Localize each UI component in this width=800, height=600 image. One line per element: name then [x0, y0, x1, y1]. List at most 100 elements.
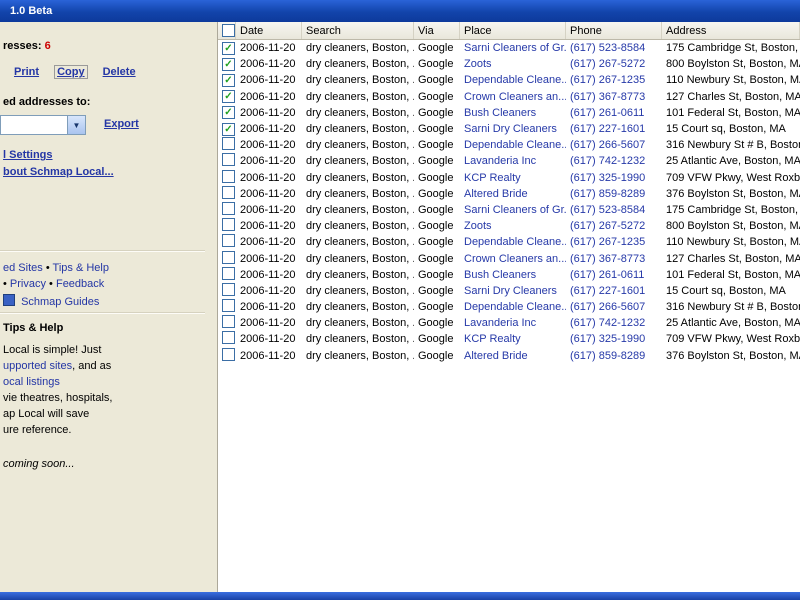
cell-place-link[interactable]: Crown Cleaners an...: [460, 91, 566, 103]
cell-place-link[interactable]: Dependable Cleane...: [460, 301, 566, 313]
cell-place-link[interactable]: Crown Cleaners an...: [460, 253, 566, 265]
cell-place-link[interactable]: Bush Cleaners: [460, 269, 566, 281]
cell-place-link[interactable]: KCP Realty: [460, 172, 566, 184]
cell-search: dry cleaners, Boston, ...: [306, 252, 414, 265]
cell-search: dry cleaners, Boston, ...: [306, 123, 414, 136]
table-row[interactable]: 2006-11-20 dry cleaners, Boston, ... Googl…: [218, 315, 800, 331]
cell-address: 376 Boylston St, Boston, MA: [666, 187, 800, 200]
row-checkbox[interactable]: [222, 201, 235, 215]
row-checkbox[interactable]: [222, 185, 235, 199]
privacy-link[interactable]: Privacy: [10, 278, 46, 290]
settings-link[interactable]: l Settings: [3, 149, 53, 161]
column-header-date[interactable]: Date: [236, 22, 302, 39]
cell-place-link[interactable]: Dependable Cleane...: [460, 139, 566, 151]
cell-phone: (617) 523-8584: [570, 42, 646, 55]
table-row[interactable]: ✓ 2006-11-20 dry cleaners, Boston, ... Goog…: [218, 89, 800, 105]
delete-link[interactable]: Delete: [103, 66, 136, 78]
table-row[interactable]: ✓ 2006-11-20 dry cleaners, Boston, ... Goog…: [218, 121, 800, 137]
select-all-checkbox[interactable]: [222, 24, 235, 37]
cell-search: dry cleaners, Boston, ...: [306, 90, 414, 103]
cell-place-link[interactable]: Sarni Dry Cleaners: [460, 285, 566, 297]
cell-place-link[interactable]: Lavanderia Inc: [460, 317, 566, 329]
table-row[interactable]: 2006-11-20 dry cleaners, Boston, ... Googl…: [218, 201, 800, 218]
cell-place-link[interactable]: Altered Bride: [460, 350, 566, 362]
cell-place-link[interactable]: Sarni Cleaners of Gr...: [460, 42, 566, 54]
column-header-phone[interactable]: Phone: [566, 22, 662, 39]
column-header-place[interactable]: Place: [460, 22, 566, 39]
table-row[interactable]: 2006-11-20 dry cleaners, Boston, ... Googl…: [218, 299, 800, 315]
help-text-line: ap Local will save: [3, 408, 90, 420]
tips-help-link[interactable]: Tips & Help: [53, 262, 109, 274]
row-checkbox[interactable]: [222, 299, 235, 313]
table-row[interactable]: 2006-11-20 dry cleaners, Boston, ... Googl…: [218, 250, 800, 266]
row-checkbox[interactable]: [222, 169, 235, 183]
cell-checkbox: [218, 137, 236, 153]
row-checkbox[interactable]: ✓: [222, 122, 235, 136]
cell-place-link[interactable]: KCP Realty: [460, 333, 566, 345]
row-checkbox[interactable]: [222, 331, 235, 345]
cell-checkbox: [218, 169, 236, 186]
cell-place-link[interactable]: Lavanderia Inc: [460, 155, 566, 167]
row-checkbox[interactable]: [222, 153, 235, 167]
table-row[interactable]: 2006-11-20 dry cleaners, Boston, ... Googl…: [218, 137, 800, 153]
cell-search: dry cleaners, Boston, ...: [306, 42, 414, 55]
cell-via: Google: [418, 90, 454, 103]
table-row[interactable]: 2006-11-20 dry cleaners, Boston, ... Googl…: [218, 218, 800, 234]
table-row[interactable]: 2006-11-20 dry cleaners, Boston, ... Googl…: [218, 234, 800, 250]
cell-checkbox: ✓: [218, 122, 236, 136]
table-row[interactable]: 2006-11-20 dry cleaners, Boston, ... Googl…: [218, 169, 800, 186]
table-row[interactable]: 2006-11-20 dry cleaners, Boston, ... Googl…: [218, 282, 800, 299]
column-header-search[interactable]: Search: [302, 22, 414, 39]
table-row[interactable]: 2006-11-20 dry cleaners, Boston, ... Googl…: [218, 347, 800, 364]
row-checkbox[interactable]: ✓: [222, 57, 235, 71]
cell-place-link[interactable]: Dependable Cleane...: [460, 74, 566, 86]
row-checkbox[interactable]: ✓: [222, 106, 235, 120]
row-checkbox[interactable]: [222, 250, 235, 264]
table-row[interactable]: ✓ 2006-11-20 dry cleaners, Boston, ... Goog…: [218, 56, 800, 72]
taskbar[interactable]: [0, 592, 800, 600]
cell-address: 127 Charles St, Boston, MA: [666, 90, 800, 103]
table-row[interactable]: 2006-11-20 dry cleaners, Boston, ... Googl…: [218, 185, 800, 202]
cell-place-link[interactable]: Zoots: [460, 58, 566, 70]
export-format-select[interactable]: ▼: [0, 115, 86, 135]
row-checkbox[interactable]: ✓: [222, 41, 235, 55]
table-row[interactable]: 2006-11-20 dry cleaners, Boston, ... Googl…: [218, 331, 800, 347]
row-checkbox[interactable]: ✓: [222, 90, 235, 104]
table-row[interactable]: 2006-11-20 dry cleaners, Boston, ... Googl…: [218, 266, 800, 283]
row-checkbox[interactable]: [222, 347, 235, 361]
schmap-guides-link[interactable]: Schmap Guides: [21, 296, 99, 308]
supported-sites-link[interactable]: ed Sites: [3, 262, 43, 274]
table-row[interactable]: ✓ 2006-11-20 dry cleaners, Boston, ... Goog…: [218, 72, 800, 88]
print-link[interactable]: Print: [14, 66, 39, 78]
cell-search: dry cleaners, Boston, ...: [306, 349, 414, 362]
cell-place-link[interactable]: Zoots: [460, 220, 566, 232]
chevron-down-icon[interactable]: ▼: [67, 116, 85, 134]
row-checkbox[interactable]: [222, 315, 235, 329]
table-row[interactable]: ✓ 2006-11-20 dry cleaners, Boston, ... Goog…: [218, 105, 800, 121]
feedback-link[interactable]: Feedback: [56, 278, 104, 290]
row-checkbox[interactable]: ✓: [222, 73, 235, 87]
about-schmap-link[interactable]: bout Schmap Local...: [3, 166, 114, 178]
cell-address: 101 Federal St, Boston, MA: [666, 268, 800, 281]
cell-place-link[interactable]: Dependable Cleane...: [460, 236, 566, 248]
cell-place-link[interactable]: Altered Bride: [460, 188, 566, 200]
column-header-address[interactable]: Address: [662, 22, 800, 39]
cell-phone: (617) 267-1235: [570, 236, 646, 249]
help-text-line: vie theatres, hospitals,: [3, 392, 113, 404]
cell-place-link[interactable]: Bush Cleaners: [460, 107, 566, 119]
cell-via: Google: [418, 301, 454, 314]
cell-place-link[interactable]: Sarni Dry Cleaners: [460, 123, 566, 135]
row-checkbox[interactable]: [222, 218, 235, 232]
row-checkbox[interactable]: [222, 266, 235, 280]
row-checkbox[interactable]: [222, 234, 235, 248]
column-header-via[interactable]: Via: [414, 22, 460, 39]
export-link[interactable]: Export: [104, 118, 139, 130]
row-checkbox[interactable]: [222, 282, 235, 296]
copy-link[interactable]: Copy: [54, 65, 88, 79]
supported-sites-inline-link[interactable]: upported sites: [3, 360, 72, 372]
row-checkbox[interactable]: [222, 137, 235, 151]
table-row[interactable]: 2006-11-20 dry cleaners, Boston, ... Googl…: [218, 153, 800, 169]
cell-place-link[interactable]: Sarni Cleaners of Gr...: [460, 204, 566, 216]
table-row[interactable]: ✓ 2006-11-20 dry cleaners, Boston, ... Goog…: [218, 40, 800, 56]
local-listings-inline-link[interactable]: ocal listings: [3, 376, 60, 388]
